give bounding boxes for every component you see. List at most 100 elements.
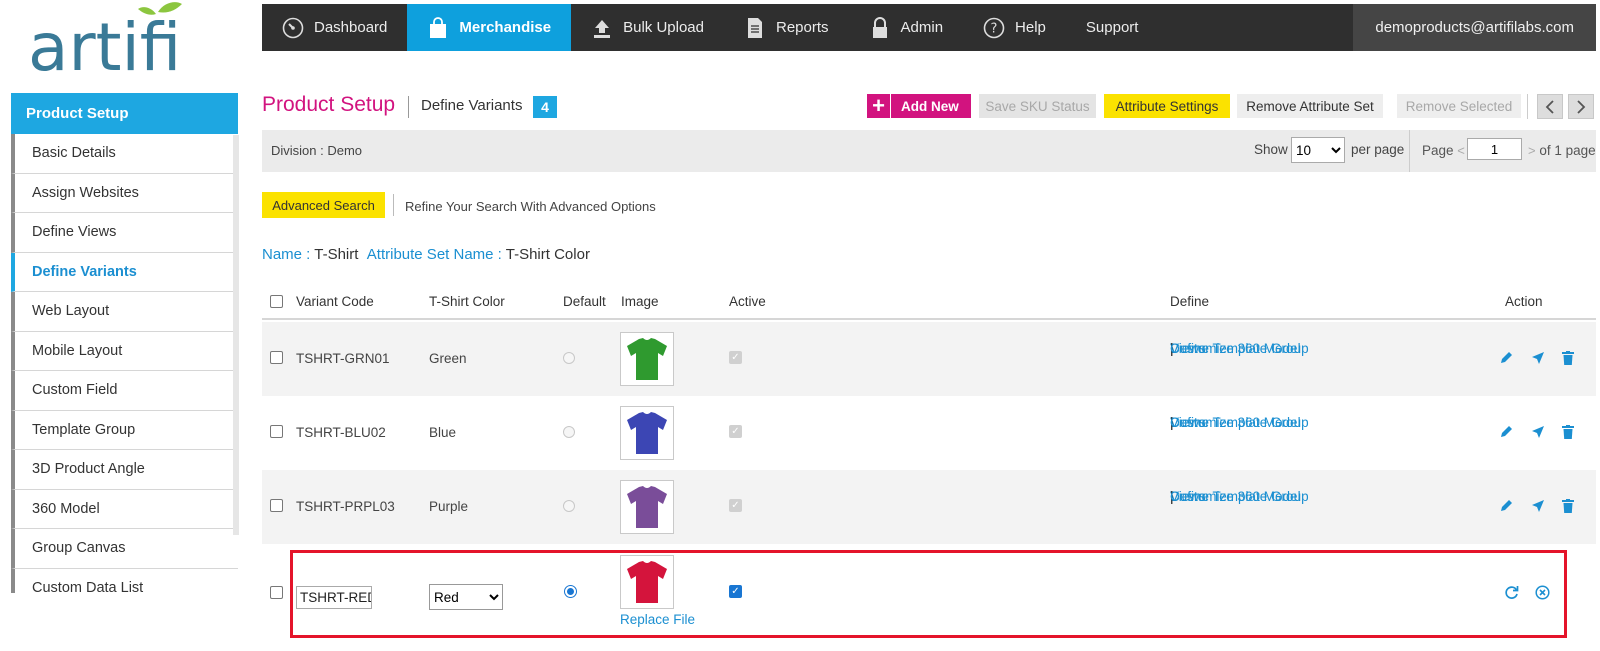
sidebar-item-group-canvas[interactable]: Group Canvas bbox=[11, 529, 238, 569]
col-color: T-Shirt Color bbox=[429, 294, 505, 309]
active-checkbox-checked[interactable]: ✓ bbox=[729, 585, 742, 598]
per-page-select[interactable]: 10 bbox=[1291, 137, 1345, 163]
nav-bulk-upload[interactable]: Bulk Upload bbox=[571, 4, 724, 51]
refresh-icon[interactable] bbox=[1502, 583, 1520, 601]
customize-360-model-link[interactable]: Customize 360 Model bbox=[1170, 487, 1301, 506]
nav-admin-label: Admin bbox=[900, 19, 944, 36]
user-account-menu[interactable]: demoproducts@artifilabs.com bbox=[1353, 4, 1596, 51]
sidebar-item-define-variants[interactable]: Define Variants bbox=[11, 252, 238, 292]
page-number-input[interactable] bbox=[1467, 138, 1522, 160]
row-checkbox[interactable] bbox=[270, 499, 283, 512]
sidebar-item-custom-field[interactable]: Custom Field bbox=[11, 371, 238, 411]
variant-thumbnail[interactable] bbox=[620, 406, 674, 460]
help-circle-icon: ? bbox=[983, 17, 1005, 39]
plus-icon: + bbox=[867, 93, 891, 118]
row-checkbox[interactable] bbox=[270, 425, 283, 438]
nav-bulk-upload-label: Bulk Upload bbox=[623, 19, 704, 36]
name-label: Name : bbox=[262, 246, 315, 263]
previous-arrow-button[interactable] bbox=[1537, 94, 1563, 119]
nav-merchandise[interactable]: Merchandise bbox=[407, 4, 572, 51]
logo-text: artifi bbox=[28, 9, 181, 80]
col-image: Image bbox=[621, 294, 659, 309]
col-define: Define bbox=[1170, 294, 1210, 309]
page-label: Page < bbox=[1422, 143, 1465, 158]
remove-selected-button[interactable]: Remove Selected bbox=[1397, 94, 1521, 118]
shopping-bag-icon bbox=[427, 16, 449, 39]
add-new-button[interactable]: + Add New bbox=[867, 93, 971, 118]
select-all-checkbox[interactable] bbox=[270, 295, 283, 308]
variant-color: Green bbox=[429, 351, 467, 366]
speedometer-icon bbox=[282, 17, 304, 39]
sidebar-item-define-views[interactable]: Define Views bbox=[11, 213, 238, 253]
sidebar-item-assign-websites[interactable]: Assign Websites bbox=[11, 173, 238, 213]
sidebar-item-basic-details[interactable]: Basic Details bbox=[11, 134, 238, 174]
row-checkbox[interactable] bbox=[270, 586, 283, 599]
chevron-right-icon bbox=[1577, 99, 1586, 114]
nav-help[interactable]: ? Help bbox=[963, 4, 1066, 51]
page-text: Page bbox=[1422, 143, 1454, 158]
row-checkbox[interactable] bbox=[270, 351, 283, 364]
sidebar-item-template-group[interactable]: Template Group bbox=[11, 410, 238, 450]
default-radio bbox=[563, 426, 575, 438]
sidebar-item-web-layout[interactable]: Web Layout bbox=[11, 292, 238, 332]
sidebar-scrollbar[interactable] bbox=[233, 135, 239, 535]
sidebar-item-3d-product-angle[interactable]: 3D Product Angle bbox=[11, 450, 238, 490]
page-prev-link[interactable]: < bbox=[1457, 143, 1465, 158]
svg-text:?: ? bbox=[991, 21, 998, 36]
customize-360-model-link[interactable]: Customize 360 Model bbox=[1170, 413, 1301, 432]
table-header: Variant Code T-Shirt Color Default Image… bbox=[262, 294, 1596, 320]
next-arrow-button[interactable] bbox=[1568, 94, 1594, 119]
trash-icon[interactable] bbox=[1559, 497, 1577, 515]
nav-support[interactable]: Support bbox=[1066, 4, 1159, 51]
attribute-settings-button[interactable]: Attribute Settings bbox=[1104, 94, 1230, 118]
artifi-logo: artifi bbox=[26, 2, 216, 80]
save-sku-status-button[interactable]: Save SKU Status bbox=[979, 94, 1096, 118]
trash-icon[interactable] bbox=[1559, 349, 1577, 367]
col-active: Active bbox=[729, 294, 766, 309]
edit-icon[interactable] bbox=[1497, 349, 1515, 367]
nav-help-label: Help bbox=[1015, 19, 1046, 36]
color-select[interactable]: Red bbox=[429, 584, 503, 610]
tshirt-image bbox=[627, 412, 667, 454]
advanced-search-hint: Refine Your Search With Advanced Options bbox=[405, 199, 656, 214]
page-title: Product Setup bbox=[262, 93, 396, 116]
replace-file-link[interactable]: Replace File bbox=[620, 612, 695, 627]
variant-color: Blue bbox=[429, 425, 457, 440]
sidebar: Product Setup Basic Details Assign Websi… bbox=[11, 93, 238, 593]
default-radio-selected[interactable] bbox=[564, 585, 577, 598]
col-variant-code: Variant Code bbox=[296, 294, 374, 309]
send-icon[interactable] bbox=[1529, 497, 1547, 515]
sidebar-heading: Product Setup bbox=[11, 93, 238, 134]
name-value: T-Shirt bbox=[314, 246, 359, 263]
customize-360-model-link[interactable]: Customize 360 Model bbox=[1170, 339, 1301, 358]
nav-dashboard[interactable]: Dashboard bbox=[262, 4, 407, 51]
pagination-divider bbox=[1409, 130, 1410, 172]
variant-thumbnail[interactable] bbox=[620, 480, 674, 534]
sidebar-item-mobile-layout[interactable]: Mobile Layout bbox=[11, 331, 238, 371]
edit-icon[interactable] bbox=[1497, 423, 1515, 441]
user-email: demoproducts@artifilabs.com bbox=[1375, 19, 1574, 36]
remove-attribute-set-button[interactable]: Remove Attribute Set bbox=[1237, 94, 1383, 118]
send-icon[interactable] bbox=[1529, 349, 1547, 367]
nav-reports[interactable]: Reports bbox=[724, 4, 849, 51]
sidebar-item-custom-data-list[interactable]: Custom Data List bbox=[11, 568, 238, 593]
variant-thumbnail[interactable] bbox=[620, 332, 674, 386]
nav-admin[interactable]: Admin bbox=[849, 4, 964, 51]
send-icon[interactable] bbox=[1529, 423, 1547, 441]
page-next-link[interactable]: > bbox=[1528, 143, 1536, 158]
page-subtitle: Define Variants bbox=[421, 97, 523, 114]
variant-code-input[interactable] bbox=[296, 586, 372, 609]
nav-merchandise-label: Merchandise bbox=[459, 19, 552, 36]
trash-icon[interactable] bbox=[1559, 423, 1577, 441]
edit-icon[interactable] bbox=[1497, 497, 1515, 515]
title-divider bbox=[408, 96, 409, 118]
sidebar-item-360-model[interactable]: 360 Model bbox=[11, 489, 238, 529]
cancel-icon[interactable] bbox=[1533, 583, 1551, 601]
table-row: TSHRT-PRPL03 Purple ✓ Views | Define Tem… bbox=[262, 470, 1596, 544]
col-action: Action bbox=[1505, 294, 1543, 309]
add-new-label: Add New bbox=[901, 98, 959, 114]
variant-thumbnail[interactable] bbox=[620, 555, 674, 609]
advanced-search-button[interactable]: Advanced Search bbox=[262, 192, 385, 218]
button-divider bbox=[1527, 94, 1528, 119]
table-row: TSHRT-BLU02 Blue ✓ Views | Define Templa… bbox=[262, 396, 1596, 470]
